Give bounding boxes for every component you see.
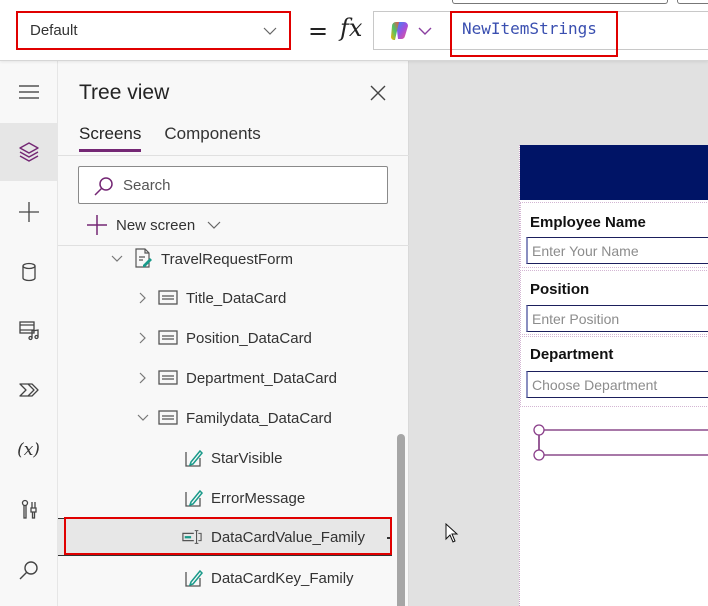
input-placeholder: Enter Your Name — [532, 242, 639, 259]
chevron-right-icon[interactable] — [137, 332, 149, 344]
equals-sign: = — [308, 17, 329, 45]
plus-icon — [18, 202, 39, 222]
rail-variables-button[interactable]: (x) — [0, 421, 57, 479]
formula-text[interactable]: NewItemStrings — [462, 19, 597, 38]
divider — [58, 155, 409, 156]
tree-row-label: Familydata_DataCard — [186, 409, 332, 427]
tree-row-label: DataCardKey_Family — [211, 569, 354, 587]
tree-row-label: Department_DataCard — [186, 369, 337, 387]
tab-components[interactable]: Components — [164, 124, 260, 152]
toolbar-control-edge — [452, 0, 668, 4]
datacard-icon — [158, 330, 178, 345]
form-card-employee-name[interactable]: Employee Name Enter Your Name — [520, 202, 708, 268]
search-placeholder: Search — [123, 176, 171, 194]
department-dropdown[interactable]: Choose Department — [526, 371, 708, 398]
position-input[interactable]: Enter Position — [526, 305, 708, 332]
more-options-icon[interactable] — [387, 537, 390, 539]
input-placeholder: Choose Department — [532, 376, 658, 393]
form-icon — [135, 248, 152, 268]
chevron-down-icon — [207, 221, 221, 229]
chevron-down-icon — [263, 27, 277, 35]
tab-screens[interactable]: Screens — [79, 124, 142, 152]
tree-row-label-control[interactable]: ErrorMessage — [58, 479, 396, 517]
tree-scrollbar[interactable] — [397, 434, 405, 606]
variables-icon: (x) — [17, 440, 40, 460]
tree-tabs: Screens Components — [79, 124, 261, 152]
card-label: Employee Name — [530, 214, 646, 231]
chevron-right-icon[interactable] — [137, 372, 149, 384]
tree-row-label: ErrorMessage — [211, 489, 306, 507]
tree-row-label: Position_DataCard — [186, 329, 312, 347]
tree-row-label-control[interactable]: DataCardKey_Family — [58, 559, 396, 597]
toolbar-control-edge — [677, 0, 708, 4]
label-edit-icon — [185, 449, 204, 467]
search-icon — [19, 561, 38, 580]
tree-view-panel: Tree view Screens Components Search New … — [58, 61, 409, 606]
fx-icon[interactable]: fx — [340, 14, 362, 42]
chevron-down-icon — [418, 27, 432, 35]
card-label: Department — [530, 346, 614, 363]
employee-name-input[interactable]: Enter Your Name — [526, 237, 708, 264]
power-apps-studio: Default = fx NewItemStrings (x) Tree vie… — [0, 0, 708, 606]
app-header-bar — [520, 145, 708, 200]
tree-row-label: Title_DataCard — [186, 289, 287, 307]
chevron-down-icon[interactable] — [137, 412, 149, 424]
tree-row-form[interactable]: TravelRequestForm — [58, 240, 396, 278]
power-automate-icon — [18, 383, 39, 397]
tree-row-label: TravelRequestForm — [161, 250, 293, 268]
tree-search-input[interactable]: Search — [78, 166, 388, 204]
label-edit-icon — [185, 489, 204, 507]
copilot-button[interactable] — [388, 19, 436, 43]
tree-row-datacard[interactable]: Department_DataCard — [58, 359, 396, 397]
tree-row-datacard[interactable]: Position_DataCard — [58, 319, 396, 357]
app-screen-preview[interactable]: Employee Name Enter Your Name Position E… — [519, 145, 708, 606]
input-placeholder: Enter Position — [532, 310, 620, 327]
rail-insert-button[interactable] — [0, 183, 57, 241]
new-screen-button[interactable]: New screen — [86, 214, 221, 236]
mouse-cursor-icon — [445, 523, 459, 543]
rail-tree-view-button[interactable] — [0, 123, 57, 181]
card-label: Position — [530, 281, 590, 298]
tree-row-label: DataCardValue_Family — [211, 528, 365, 546]
database-icon — [21, 262, 36, 282]
datacard-icon — [158, 410, 178, 425]
hamburger-icon — [18, 85, 39, 99]
form-card-department[interactable]: Department Choose Department — [520, 336, 708, 407]
tools-icon — [21, 499, 37, 519]
plus-icon — [87, 215, 107, 235]
rail-power-automate-button[interactable] — [0, 361, 57, 419]
formula-bar: Default = fx NewItemStrings — [0, 0, 708, 61]
resize-handle — [533, 449, 545, 461]
chevron-down-icon[interactable] — [111, 253, 123, 265]
text-input-icon — [182, 530, 202, 544]
tree-row-datacard[interactable]: Title_DataCard — [58, 279, 396, 317]
tree-row-label: StarVisible — [211, 449, 283, 467]
rail-tools-button[interactable] — [0, 481, 57, 539]
label-edit-icon — [185, 569, 204, 587]
rail-search-button[interactable] — [0, 541, 57, 599]
layers-icon — [18, 142, 39, 162]
resize-handle — [533, 424, 545, 436]
rail-data-button[interactable] — [0, 243, 57, 301]
property-dropdown-value: Default — [30, 22, 78, 39]
search-icon — [94, 177, 113, 196]
new-screen-label: New screen — [116, 216, 196, 234]
chevron-right-icon[interactable] — [137, 292, 149, 304]
copilot-icon — [391, 22, 408, 40]
property-dropdown[interactable]: Default — [16, 11, 291, 50]
media-icon — [18, 321, 39, 341]
datacard-icon — [158, 290, 178, 305]
close-icon[interactable] — [368, 83, 388, 103]
rail-menu-button[interactable] — [0, 63, 57, 121]
tree-row-text-input[interactable]: DataCardValue_Family — [58, 518, 392, 556]
datacard-icon — [158, 370, 178, 385]
tree-row-datacard[interactable]: Familydata_DataCard — [58, 399, 396, 437]
tree-row-label-control[interactable]: StarVisible — [58, 439, 396, 477]
selection-handles[interactable] — [533, 423, 708, 463]
left-rail: (x) — [0, 61, 58, 606]
panel-title: Tree view — [79, 81, 170, 104]
rail-media-button[interactable] — [0, 301, 57, 359]
form-card-position[interactable]: Position Enter Position — [520, 270, 708, 335]
